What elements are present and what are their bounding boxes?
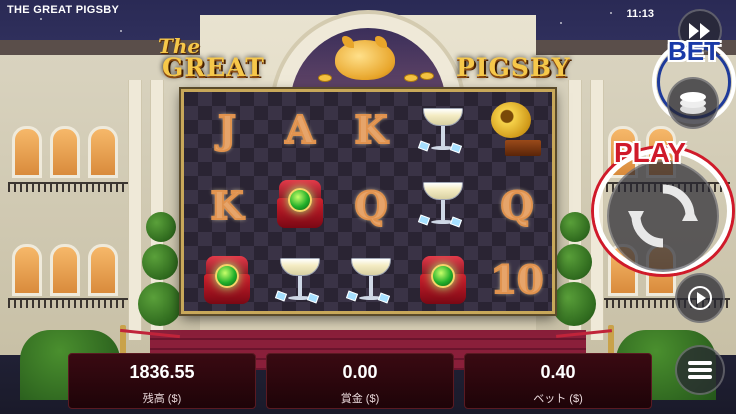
autoplay-button[interactable]: [675, 273, 725, 323]
star: [40, 18, 42, 20]
reel-symbol-q: Q: [480, 168, 554, 243]
symbol-letter: 10: [490, 256, 545, 303]
gold-coin-icon: [404, 74, 418, 82]
bet-amount-label: ベット ($): [533, 393, 583, 405]
gold-coin-icon: [420, 72, 434, 80]
champagne-glass-icon: [406, 92, 480, 167]
clock: 11:13: [626, 8, 654, 20]
symbol-letter: K: [353, 106, 388, 153]
symbol-letter: K: [209, 182, 244, 229]
topiary-bush: [138, 282, 182, 326]
symbol-letter: Q: [499, 182, 534, 229]
win-panel: 0.00 賞金 ($): [266, 353, 454, 409]
spin-button[interactable]: [607, 160, 719, 272]
emerald-ring-box-icon: [263, 166, 337, 241]
reel-symbol-q: Q: [334, 168, 408, 243]
mansion-window: [50, 126, 80, 178]
topiary-bush: [560, 212, 590, 242]
bet-label: BET: [668, 36, 720, 66]
menu-button[interactable]: [675, 345, 725, 395]
logo-great: GREAT: [162, 53, 265, 82]
play-label: PLAY: [614, 137, 687, 168]
balance-panel: 1836.55 残高 ($): [68, 353, 256, 409]
bet-button[interactable]: [667, 77, 719, 129]
mansion-window: [88, 126, 118, 178]
balcony-railing: [8, 182, 128, 192]
bet-value: 0.40: [540, 362, 576, 382]
topiary-bush: [146, 212, 176, 242]
hamburger-menu-icon: [688, 361, 712, 379]
symbol-letter: Q: [353, 182, 388, 229]
star: [120, 30, 122, 32]
bet-panel[interactable]: 0.40 ベット ($): [464, 353, 652, 409]
reel-symbol-a: A: [263, 92, 337, 167]
star: [610, 12, 612, 14]
champagne-glass-icon: [263, 242, 337, 317]
mansion-window: [12, 126, 42, 178]
gold-coin-icon: [318, 74, 332, 82]
reel-symbol-k: K: [334, 92, 408, 167]
game-title: THE GREAT PIGSBY: [7, 4, 120, 16]
reel-symbol-k: K: [190, 168, 264, 243]
balance-label: 残高 ($): [142, 393, 182, 405]
win-label: 賞金 ($): [340, 393, 380, 405]
reel-grid[interactable]: J A K K Q Q 10: [181, 89, 555, 314]
symbol-letter: J: [217, 106, 237, 153]
emerald-ring-box-icon: [190, 242, 264, 317]
reel-symbol-j: J: [190, 92, 264, 167]
gramophone-icon: [480, 92, 554, 167]
mansion-window: [12, 244, 42, 296]
mansion-window: [50, 244, 80, 296]
logo-pigsby: PIGSBY: [456, 53, 571, 82]
chip-stack-icon: [680, 92, 706, 114]
star: [560, 22, 562, 24]
win-value: 0.00: [342, 362, 378, 382]
balcony-railing: [8, 298, 128, 308]
topiary-bush: [552, 282, 596, 326]
champagne-glass-icon: [334, 242, 408, 317]
refresh-icon: [628, 184, 698, 248]
champagne-glass-icon: [406, 166, 480, 241]
symbol-letter: A: [284, 106, 316, 153]
topiary-bush: [142, 244, 178, 280]
reel-symbol-10: 10: [480, 242, 554, 317]
play-circle-icon: [688, 286, 712, 310]
balance-value: 1836.55: [129, 362, 195, 382]
emerald-ring-box-icon: [406, 242, 480, 317]
mansion-window: [88, 244, 118, 296]
topiary-bush: [556, 244, 592, 280]
